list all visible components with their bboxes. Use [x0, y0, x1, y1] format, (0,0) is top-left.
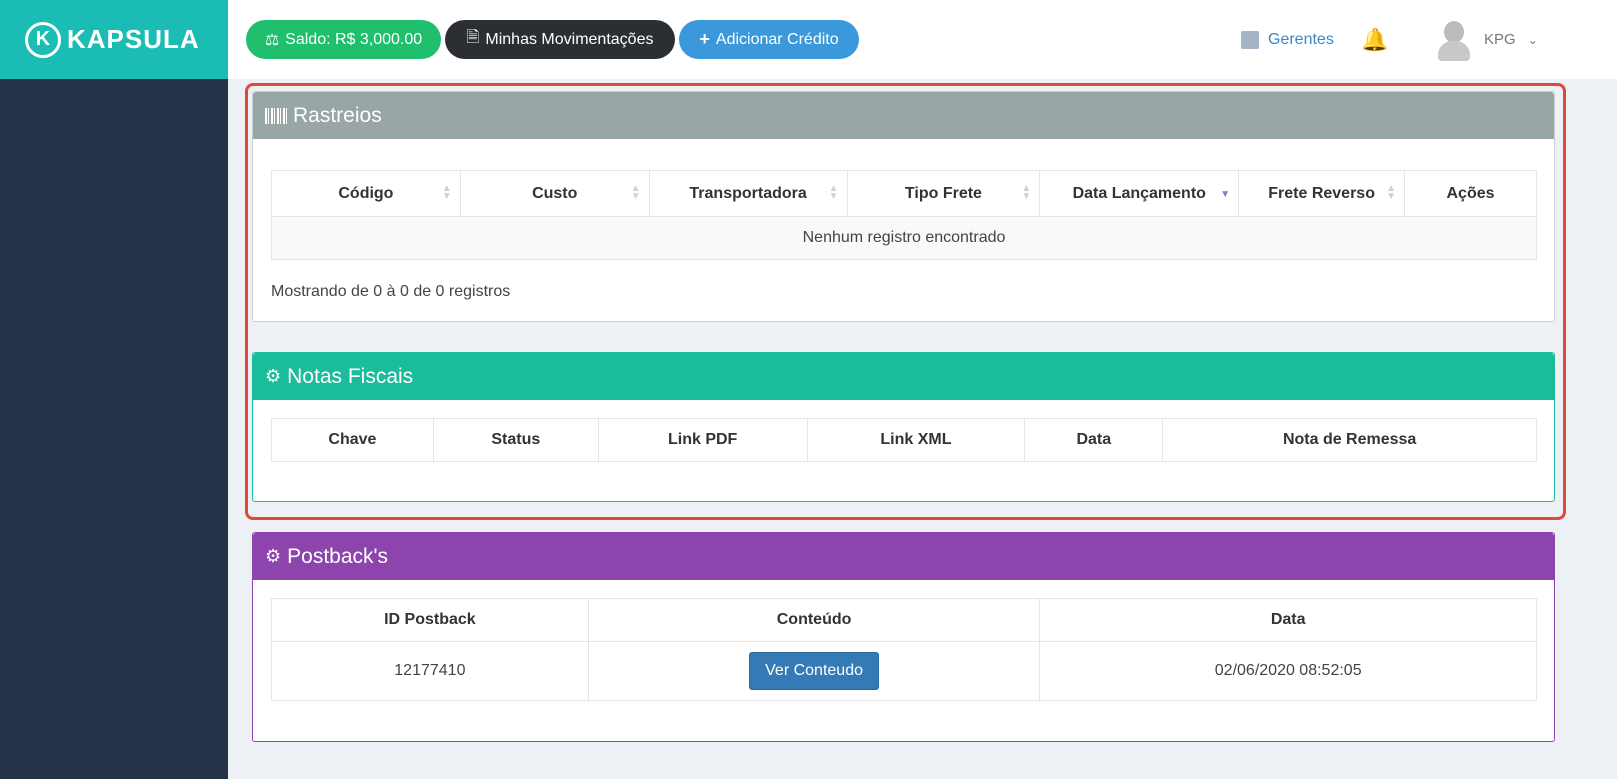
col-tipo-frete[interactable]: Tipo Frete ▲ ▼	[846, 170, 1041, 217]
balance-scale-icon: ⚖	[264, 31, 280, 49]
plus-icon: +	[699, 29, 710, 49]
sort-icon: ▲ ▼	[630, 183, 641, 202]
brand-name: KAPSULA	[67, 24, 200, 54]
sort-icon: ▲ ▼	[828, 183, 839, 202]
document-icon: 🗎	[466, 29, 480, 46]
sort-desc-icon: ▼	[1220, 189, 1231, 200]
saldo-button[interactable]: ⚖ Saldo: R$ 3,000.00	[246, 20, 441, 59]
col-transportadora[interactable]: Transportadora ▲ ▼	[648, 170, 848, 217]
col-data: Data	[1024, 418, 1164, 462]
notas-header: ⚙ Notas Fiscais	[253, 353, 1554, 400]
col-conteudo: Conteúdo	[587, 598, 1041, 642]
postbacks-panel: ⚙ Postback's ID Postback Conteúdo Data 1…	[252, 532, 1555, 742]
sort-icon: ▲ ▼	[441, 183, 452, 202]
avatar	[1436, 19, 1472, 61]
rastreios-title: Rastreios	[293, 103, 382, 127]
gerentes-label: Gerentes	[1268, 30, 1334, 48]
movimentacoes-button[interactable]: 🗎 Minhas Movimentações	[445, 20, 675, 59]
rastreios-panel: Rastreios Código ▲ ▼ Custo ▲ ▼ Transportador…	[252, 91, 1555, 322]
gears-icon: ⚙	[265, 546, 282, 566]
sort-icon: ▲ ▼	[1021, 183, 1032, 202]
col-id-postback: ID Postback	[271, 598, 589, 642]
col-chave: Chave	[271, 418, 434, 462]
empty-row: Nenhum registro encontrado	[271, 216, 1537, 260]
col-nota-remessa: Nota de Remessa	[1162, 418, 1537, 462]
kapsula-logo-icon: K	[25, 21, 61, 58]
col-data: Data	[1039, 598, 1537, 642]
gears-icon: ⚙	[265, 366, 282, 386]
postbacks-table: ID Postback Conteúdo Data 12177410 Ver C…	[271, 598, 1537, 701]
postback-date: 02/06/2020 08:52:05	[1039, 641, 1537, 701]
brand-logo[interactable]: K KAPSULA	[0, 0, 228, 79]
adicionar-label: Adicionar Crédito	[715, 30, 839, 48]
rastreios-table: Código ▲ ▼ Custo ▲ ▼ Transportadora ▲ ▼ Tipo F…	[271, 170, 1537, 260]
notas-fiscais-panel: ⚙ Notas Fiscais Chave Status Link PDF Li…	[252, 352, 1555, 502]
gerentes-link[interactable]: Gerentes	[1241, 0, 1334, 79]
col-acoes: Ações	[1404, 170, 1537, 217]
sort-icon: ▲ ▼	[1386, 183, 1397, 202]
col-custo[interactable]: Custo ▲ ▼	[459, 170, 650, 217]
notifications-bell-icon[interactable]: 🔔	[1361, 0, 1388, 79]
col-status: Status	[432, 418, 599, 462]
sidebar	[0, 0, 228, 779]
notas-table: Chave Status Link PDF Link XML Data Nota…	[271, 418, 1537, 462]
barcode-icon	[265, 107, 287, 124]
postbacks-header: ⚙ Postback's	[253, 533, 1554, 580]
adicionar-credito-button[interactable]: + Adicionar Crédito	[679, 20, 859, 59]
col-codigo[interactable]: Código ▲ ▼	[271, 170, 461, 217]
movimentacoes-label: Minhas Movimentações	[485, 30, 654, 48]
top-navbar: ⚖ Saldo: R$ 3,000.00 🗎 Minhas Movimentaç…	[228, 0, 1617, 79]
col-frete-reverso[interactable]: Frete Reverso ▲ ▼	[1238, 170, 1406, 217]
postback-id: 12177410	[271, 641, 589, 701]
table-row: 12177410 Ver Conteudo 02/06/2020 08:52:0…	[271, 641, 1537, 701]
saldo-label: Saldo: R$ 3,000.00	[285, 30, 423, 48]
col-link-pdf: Link PDF	[597, 418, 808, 462]
ver-conteudo-button[interactable]: Ver Conteudo	[749, 652, 879, 690]
postbacks-title: Postback's	[287, 544, 389, 568]
table-info: Mostrando de 0 à 0 de 0 registros	[271, 283, 511, 300]
manager-icon	[1241, 30, 1259, 49]
rastreios-header: Rastreios	[253, 92, 1554, 139]
notas-title: Notas Fiscais	[287, 364, 414, 388]
col-link-xml: Link XML	[806, 418, 1026, 462]
col-data-lancamento[interactable]: Data Lançamento ▼	[1039, 170, 1240, 217]
chevron-down-icon: ⌄	[1527, 32, 1538, 47]
user-menu[interactable]: KPG ⌄	[1436, 0, 1538, 79]
user-name: KPG	[1484, 31, 1516, 48]
